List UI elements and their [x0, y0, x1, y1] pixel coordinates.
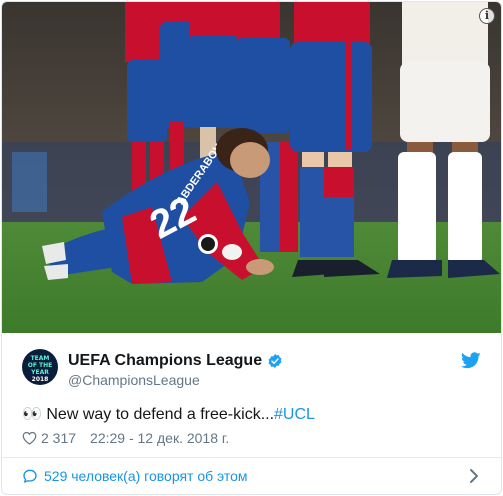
account-name[interactable]: UEFA Champions League [68, 352, 262, 370]
like-count[interactable]: 2 317 [41, 430, 76, 446]
conversation-label[interactable]: 529 человек(а) говорят об этом [44, 468, 248, 484]
tweet-card: 22 ABDERABOV i TEAM OF THE YEAR 2018 UEF… [1, 1, 502, 495]
conversation-link[interactable]: 529 человек(а) говорят об этом [2, 458, 501, 494]
avatar[interactable]: TEAM OF THE YEAR 2018 [22, 349, 58, 385]
chevron-right-icon[interactable] [469, 468, 479, 484]
hashtag-link[interactable]: #UCL [274, 406, 315, 423]
info-icon[interactable]: i [479, 8, 495, 24]
tweet-header: TEAM OF THE YEAR 2018 UEFA Champions Lea… [22, 349, 481, 389]
tweet-body: New way to defend a free-kick... [41, 406, 275, 423]
tweet-text: 👀 New way to defend a free-kick...#UCL [22, 404, 315, 424]
tweet-meta: 2 317 22:29 - 12 дек. 2018 г. [22, 430, 229, 446]
avatar-text-line4: 2018 [31, 376, 49, 383]
tweet-photo[interactable]: 22 ABDERABOV i [2, 2, 501, 333]
heart-icon[interactable] [22, 431, 37, 445]
eyes-emoji: 👀 [22, 406, 42, 423]
twitter-bird-icon[interactable] [461, 352, 481, 369]
account-handle[interactable]: @ChampionsLeague [68, 372, 200, 388]
tweet-timestamp[interactable]: 22:29 - 12 дек. 2018 г. [90, 430, 229, 446]
reply-bubble-icon [23, 469, 37, 483]
verified-badge-icon [268, 354, 282, 368]
account-name-row[interactable]: UEFA Champions League [68, 352, 283, 370]
photo-graphic: 22 ABDERABOV [2, 2, 501, 333]
